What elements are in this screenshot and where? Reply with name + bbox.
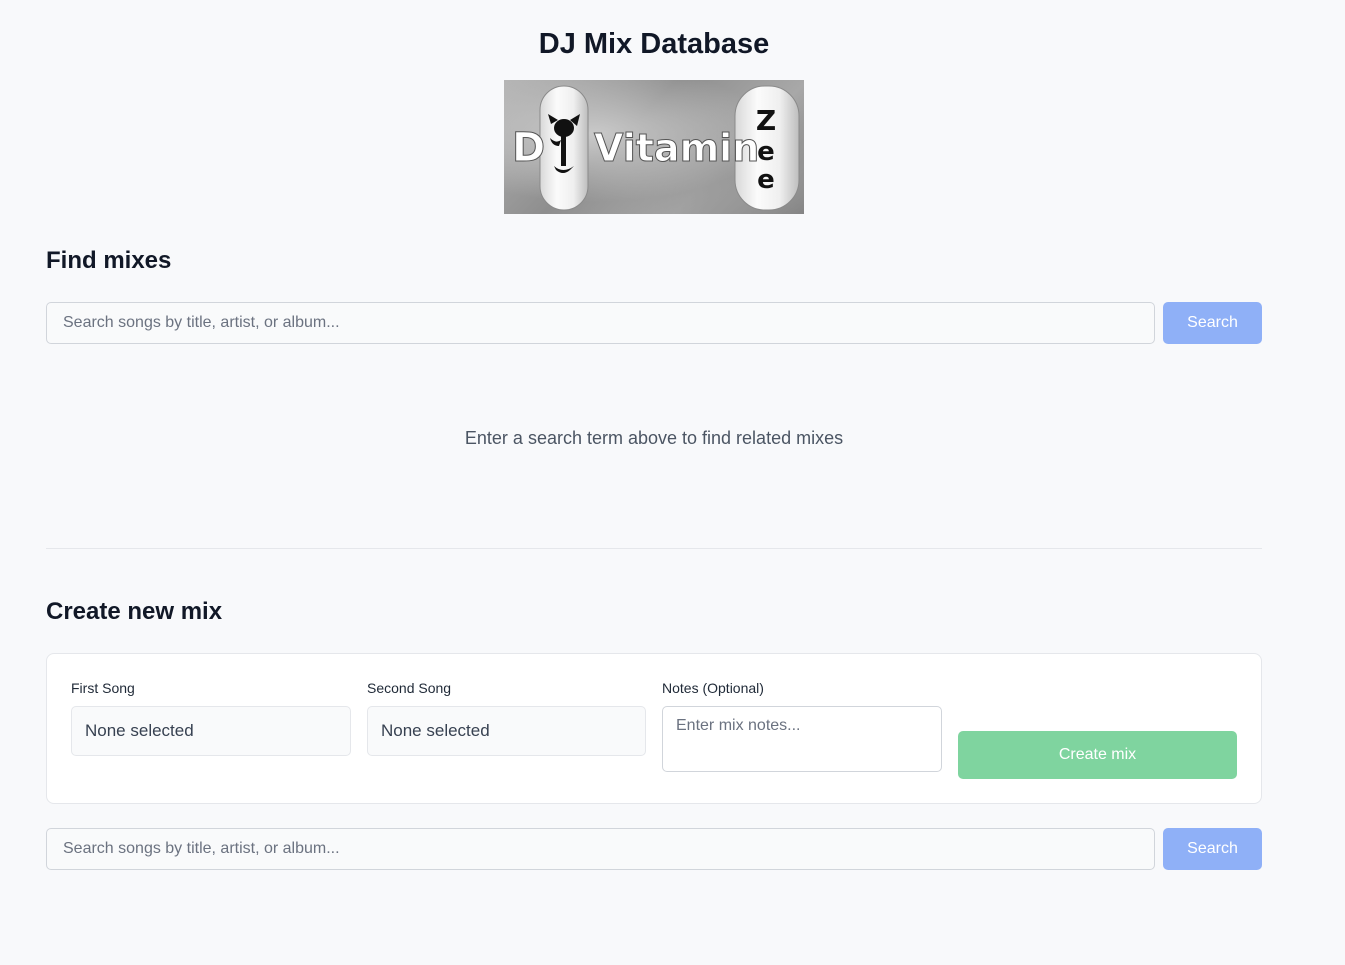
logo-word: Vitamin [594, 126, 759, 170]
section-divider [46, 548, 1262, 549]
empty-state-message: Enter a search term above to find relate… [464, 428, 844, 448]
logo-letter-e1: e [757, 137, 775, 167]
page: DJ Mix Database D Vitamin Z e e Find mix… [0, 0, 1345, 965]
song-search-input[interactable] [46, 828, 1155, 870]
logo-letter-e2: e [757, 165, 775, 195]
page-title: DJ Mix Database [538, 28, 770, 60]
notes-label: Notes (Optional) [662, 680, 764, 696]
find-mixes-heading: Find mixes [46, 247, 172, 274]
create-mix-heading: Create new mix [46, 598, 223, 625]
create-mix-button[interactable]: Create mix [958, 731, 1237, 779]
second-song-label: Second Song [367, 680, 452, 696]
find-search-button[interactable]: Search [1163, 302, 1262, 344]
second-song-field[interactable]: None selected [367, 706, 646, 756]
logo-graphic: D Vitamin Z e e [512, 85, 800, 211]
first-song-label: First Song [71, 680, 135, 696]
first-song-field[interactable]: None selected [71, 706, 351, 756]
dj-vitamin-zee-logo: D Vitamin Z e e [504, 80, 804, 214]
logo-letter-d: D [512, 125, 545, 171]
song-search-button[interactable]: Search [1163, 828, 1262, 870]
find-search-input[interactable] [46, 302, 1155, 344]
logo-letter-z: Z [756, 104, 776, 137]
notes-textarea[interactable] [662, 706, 942, 772]
